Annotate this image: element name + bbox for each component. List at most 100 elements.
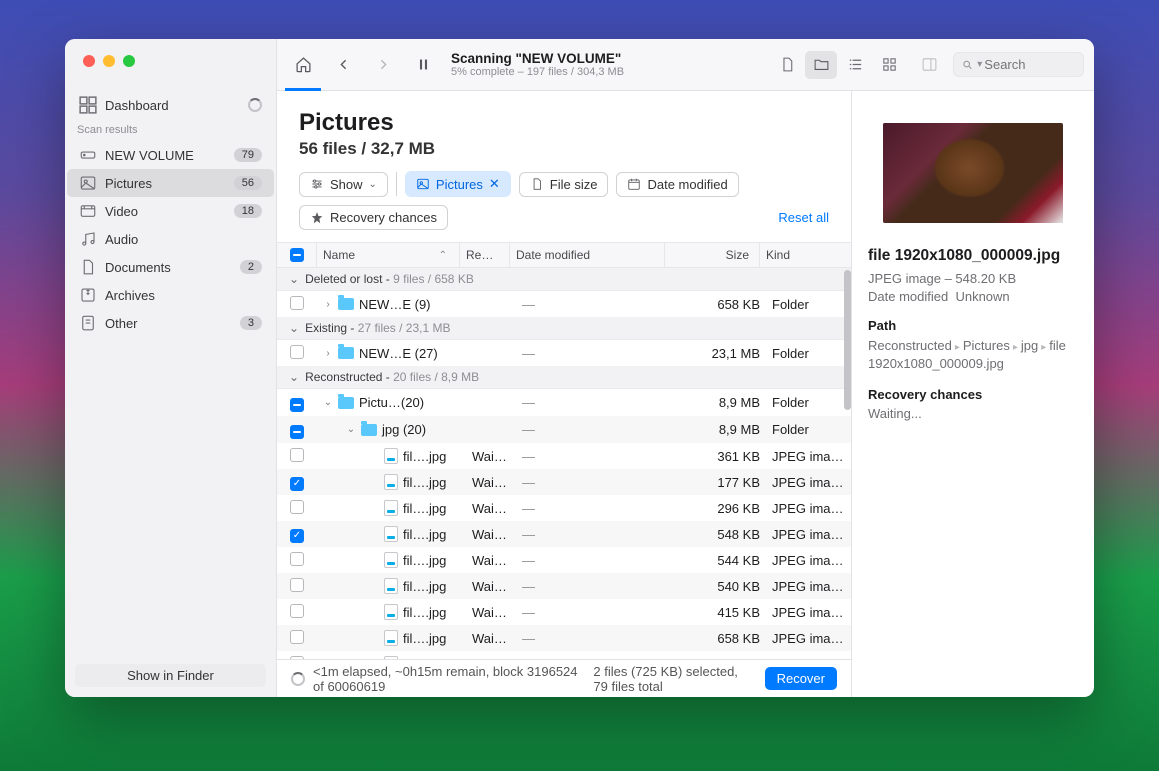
row-recovery: Waiti… — [466, 525, 516, 544]
sidebar-item-other[interactable]: Other 3 — [67, 309, 274, 337]
table-row[interactable]: ›NEW…E (27) — 23,1 MB Folder — [277, 340, 851, 366]
table-row[interactable]: fil….jpg Waiti… — 177 KB JPEG ima… — [277, 469, 851, 495]
row-kind: JPEG ima… — [766, 473, 851, 492]
group-header[interactable]: ⌄ Reconstructed - 20 files / 8,9 MB — [277, 366, 851, 389]
toolbar: Scanning "NEW VOLUME" 5% complete – 197 … — [277, 39, 1094, 91]
video-icon — [79, 202, 97, 220]
row-recovery — [466, 351, 516, 355]
traffic-lights — [65, 39, 276, 91]
chevron-down-icon[interactable]: ⌄ — [346, 424, 356, 435]
chevron-right-icon[interactable]: › — [323, 299, 333, 310]
maximize-window-button[interactable] — [123, 55, 135, 67]
row-checkbox[interactable] — [290, 656, 304, 660]
table-row[interactable]: fil….jpg Waiti… — 498 KB JPEG ima… — [277, 651, 851, 659]
date-modified-filter-button[interactable]: Date modified — [616, 172, 738, 197]
row-kind: JPEG ima… — [766, 655, 851, 660]
sidebar-item-audio[interactable]: Audio — [67, 225, 274, 253]
kind-column-header[interactable]: Kind — [760, 243, 845, 267]
search-input[interactable] — [984, 57, 1075, 72]
row-recovery: Waiti… — [466, 603, 516, 622]
home-button[interactable] — [287, 51, 319, 79]
row-checkbox[interactable] — [290, 398, 304, 412]
size-column-header[interactable]: Size — [665, 243, 760, 267]
view-list-button[interactable] — [839, 51, 871, 79]
minimize-window-button[interactable] — [103, 55, 115, 67]
file-size-filter-button[interactable]: File size — [519, 172, 609, 197]
pictures-filter-pill[interactable]: Pictures ✕ — [405, 171, 511, 197]
table-row[interactable]: fil….jpg Waiti… — 658 KB JPEG ima… — [277, 625, 851, 651]
chevron-right-icon[interactable]: › — [323, 348, 333, 359]
image-icon — [416, 177, 430, 191]
row-checkbox[interactable] — [290, 552, 304, 566]
sidebar-dashboard[interactable]: Dashboard — [67, 91, 274, 119]
table-row[interactable]: fil….jpg Waiti… — 540 KB JPEG ima… — [277, 573, 851, 599]
reset-all-button[interactable]: Reset all — [778, 210, 829, 225]
recovery-column-header[interactable]: Re…es — [460, 243, 510, 267]
jpg-file-icon — [384, 526, 398, 542]
pause-scan-button[interactable] — [407, 51, 439, 79]
close-icon[interactable]: ✕ — [489, 176, 500, 192]
file-table: Name⌃ Re…es Date modified Size Kind ⌄ De… — [277, 242, 851, 659]
table-row[interactable]: ⌄jpg (20) — 8,9 MB Folder — [277, 416, 851, 443]
row-checkbox[interactable] — [290, 296, 304, 310]
table-row[interactable]: fil….jpg Waiti… — 361 KB JPEG ima… — [277, 443, 851, 469]
row-kind: JPEG ima… — [766, 551, 851, 570]
date-column-header[interactable]: Date modified — [510, 243, 665, 267]
content-area: Pictures 56 files / 32,7 MB Show ⌄ Pictu… — [277, 91, 1094, 697]
row-checkbox[interactable] — [290, 500, 304, 514]
show-filter-button[interactable]: Show ⌄ — [299, 172, 388, 197]
table-row[interactable]: ⌄Pictu…(20) — 8,9 MB Folder — [277, 389, 851, 416]
row-checkbox[interactable] — [290, 345, 304, 359]
disclosure-icon[interactable]: ⌄ — [289, 321, 299, 335]
view-grid-button[interactable] — [873, 51, 905, 79]
back-button[interactable] — [327, 51, 359, 79]
group-header[interactable]: ⌄ Deleted or lost - 9 files / 658 KB — [277, 268, 851, 291]
row-checkbox[interactable] — [290, 425, 304, 439]
sidebar-item-archives[interactable]: Archives — [67, 281, 274, 309]
view-files-button[interactable] — [771, 51, 803, 79]
table-row[interactable]: ›NEW…E (9) — 658 KB Folder — [277, 291, 851, 317]
view-folders-button[interactable] — [805, 51, 837, 79]
row-size: 177 KB — [671, 473, 766, 492]
recovery-chances-filter-button[interactable]: Recovery chances — [299, 205, 448, 230]
row-kind: Folder — [766, 393, 851, 412]
recover-button[interactable]: Recover — [765, 667, 837, 690]
chevron-down-icon[interactable]: ⌄ — [323, 397, 333, 408]
row-date: — — [516, 655, 671, 660]
row-checkbox[interactable] — [290, 529, 304, 543]
sidebar-item-video[interactable]: Video 18 — [67, 197, 274, 225]
row-checkbox[interactable] — [290, 477, 304, 491]
recovery-chances-filter-label: Recovery chances — [330, 210, 437, 225]
search-box[interactable]: ▾ — [953, 52, 1084, 77]
table-row[interactable]: fil….jpg Waiti… — 548 KB JPEG ima… — [277, 521, 851, 547]
row-filename: fil….jpg — [403, 657, 446, 660]
disclosure-icon[interactable]: ⌄ — [289, 370, 299, 384]
table-row[interactable]: fil….jpg Waiti… — 415 KB JPEG ima… — [277, 599, 851, 625]
jpg-file-icon — [384, 656, 398, 659]
vertical-scrollbar[interactable] — [844, 270, 851, 410]
select-all-column[interactable] — [277, 243, 317, 267]
selection-status-text: 2 files (725 KB) selected, 79 files tota… — [593, 664, 752, 694]
show-in-finder-button[interactable]: Show in Finder — [75, 664, 266, 687]
disclosure-icon[interactable]: ⌄ — [289, 272, 299, 286]
row-recovery: Waiti… — [466, 551, 516, 570]
close-window-button[interactable] — [83, 55, 95, 67]
group-header[interactable]: ⌄ Existing - 27 files / 23,1 MB — [277, 317, 851, 340]
sidebar-item-drive[interactable]: NEW VOLUME 79 — [67, 141, 274, 169]
preview-filename: file 1920x1080_000009.jpg — [868, 247, 1078, 265]
name-column-header[interactable]: Name⌃ — [317, 243, 460, 267]
row-checkbox[interactable] — [290, 630, 304, 644]
row-checkbox[interactable] — [290, 578, 304, 592]
forward-button[interactable] — [367, 51, 399, 79]
select-all-checkbox[interactable] — [290, 248, 304, 262]
sidebar-toggle-button[interactable] — [913, 51, 945, 79]
pictures-filter-label: Pictures — [436, 177, 483, 192]
table-row[interactable]: fil….jpg Waiti… — 544 KB JPEG ima… — [277, 547, 851, 573]
row-checkbox[interactable] — [290, 604, 304, 618]
table-row[interactable]: fil….jpg Waiti… — 296 KB JPEG ima… — [277, 495, 851, 521]
row-size: 415 KB — [671, 603, 766, 622]
row-checkbox[interactable] — [290, 448, 304, 462]
sidebar-item-pictures[interactable]: Pictures 56 — [67, 169, 274, 197]
sidebar-item-documents[interactable]: Documents 2 — [67, 253, 274, 281]
page-title: Pictures — [299, 109, 829, 137]
